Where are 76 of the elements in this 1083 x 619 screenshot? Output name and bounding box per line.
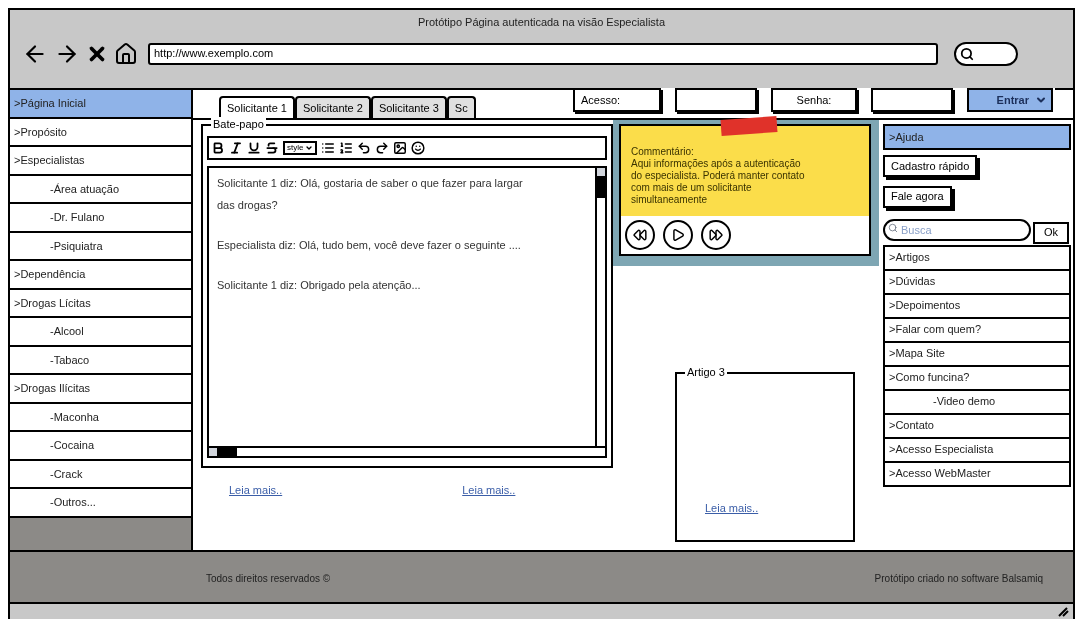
- menu-item[interactable]: >Especialistas: [10, 147, 191, 176]
- menu-item[interactable]: >Propósito: [10, 118, 191, 147]
- menu-item[interactable]: >Acesso Especialista: [883, 436, 1071, 463]
- menu-item[interactable]: >Contato: [883, 412, 1071, 439]
- menu-item[interactable]: >Dependência: [10, 261, 191, 290]
- tab[interactable]: Solicitante 3: [370, 96, 447, 118]
- smiley-icon[interactable]: [411, 141, 426, 155]
- chat-message: Solicitante 1 diz: Olá, gostaria de saber o que fazer para largar das drogas?: [217, 176, 524, 213]
- image-icon[interactable]: [393, 141, 408, 155]
- url-field[interactable]: http://www.exemplo.com: [148, 42, 938, 65]
- enter-button[interactable]: Entrar: [967, 88, 1053, 112]
- chat-text-area[interactable]: Solicitante 1 diz: Olá, gostaria de saber o que fazer para largar das drogas? Especialista diz: Olá, tudo bem, você deve fazer o seguinte .... Solicitante 1 diz: Obrigado pela atenção...: [207, 166, 607, 458]
- credit-text: Protótipo criado no software Balsamiq: [874, 571, 1043, 586]
- menu-item[interactable]: >Ajuda: [883, 124, 1071, 150]
- window-title: Protótipo Página autenticada na visão Especialista: [416, 15, 667, 30]
- vertical-scrollbar[interactable]: [595, 168, 605, 446]
- chat-title: Bate-papo: [211, 117, 266, 131]
- password-label: Senha:: [771, 88, 857, 112]
- search-icon: [960, 46, 974, 61]
- menu-item[interactable]: -Área atuação: [10, 175, 191, 204]
- tape-mark: [720, 116, 778, 136]
- menu-button[interactable]: Cadastro rápido: [883, 155, 978, 178]
- password-field[interactable]: [871, 88, 953, 112]
- tab[interactable]: Sc: [446, 96, 476, 118]
- article-title: Artigo 3: [685, 365, 727, 379]
- style-dropdown[interactable]: style: [283, 141, 318, 155]
- menu-button[interactable]: Fale agora: [883, 185, 952, 208]
- menu-item[interactable]: >Mapa Site: [883, 340, 1071, 367]
- horizontal-scrollbar[interactable]: [209, 446, 605, 456]
- fast-forward-icon[interactable]: [701, 220, 731, 250]
- menu-item[interactable]: >Artigos: [883, 244, 1071, 271]
- redo-icon[interactable]: [375, 141, 390, 155]
- italic-icon[interactable]: [229, 141, 243, 155]
- undo-icon[interactable]: [357, 141, 372, 155]
- menu-item[interactable]: -Dr. Fulano: [10, 204, 191, 233]
- search-field[interactable]: [954, 41, 1018, 66]
- copyright-text: Todos direitos reservados ©: [206, 571, 331, 586]
- bullet-list-icon[interactable]: [321, 141, 336, 155]
- menu-item[interactable]: -Tabaco: [10, 346, 191, 375]
- home-icon[interactable]: [114, 41, 138, 66]
- search-field[interactable]: Busca: [883, 218, 1031, 241]
- underline-icon[interactable]: [247, 141, 261, 155]
- read-more-link[interactable]: Leia mais..: [705, 499, 853, 516]
- chat-message: Solicitante 1 diz: Obrigado pela atenção...: [217, 278, 422, 293]
- login-label: Acesso:: [573, 88, 661, 112]
- numbered-list-icon[interactable]: [339, 141, 354, 155]
- resize-grip-icon[interactable]: [1057, 607, 1069, 617]
- bold-icon[interactable]: [211, 141, 225, 155]
- read-more-link[interactable]: Leia mais..: [462, 482, 516, 499]
- comment-note: Commentário: Aqui informações após a autenticação do especialista. Poderá manter contato com mais de um solicitante simultaneamente: [631, 146, 806, 206]
- search-icon: [888, 222, 898, 233]
- read-more-link[interactable]: Leia mais..: [229, 482, 283, 499]
- login-field[interactable]: [675, 88, 757, 112]
- rewind-icon[interactable]: [625, 220, 655, 250]
- strikethrough-icon[interactable]: [265, 141, 279, 155]
- menu-item[interactable]: -Outros...: [10, 489, 191, 518]
- play-icon[interactable]: [663, 220, 693, 250]
- menu-item[interactable]: >Como funcina?: [883, 364, 1071, 391]
- menu-item[interactable]: >Drogas Ilícitas: [10, 375, 191, 404]
- tab[interactable]: Solicitante 2: [294, 96, 371, 118]
- menu-item[interactable]: >Depoimentos: [883, 292, 1071, 319]
- menu-item[interactable]: >Drogas Lícitas: [10, 289, 191, 318]
- menu-item[interactable]: >Acesso WebMaster: [883, 460, 1071, 487]
- menu-item[interactable]: -Psiquiatra: [10, 232, 191, 261]
- menu-item[interactable]: -Maconha: [10, 403, 191, 432]
- menu-item[interactable]: >Dúvidas: [883, 268, 1071, 295]
- menu-item[interactable]: -Crack: [10, 460, 191, 489]
- ok-button[interactable]: Ok: [1033, 221, 1069, 244]
- caret-icon: [305, 144, 314, 152]
- menu-item[interactable]: >Falar com quem?: [883, 316, 1071, 343]
- menu-item[interactable]: -Cocaina: [10, 432, 191, 461]
- tab[interactable]: Solicitante 1: [219, 96, 295, 118]
- chat-message: Especialista diz: Olá, tudo bem, você deve fazer o seguinte ....: [217, 238, 522, 253]
- menu-item[interactable]: -Alcool: [10, 318, 191, 347]
- menu-item[interactable]: >Página Inicial: [10, 90, 191, 119]
- menu-item[interactable]: -Video demo: [883, 388, 1071, 415]
